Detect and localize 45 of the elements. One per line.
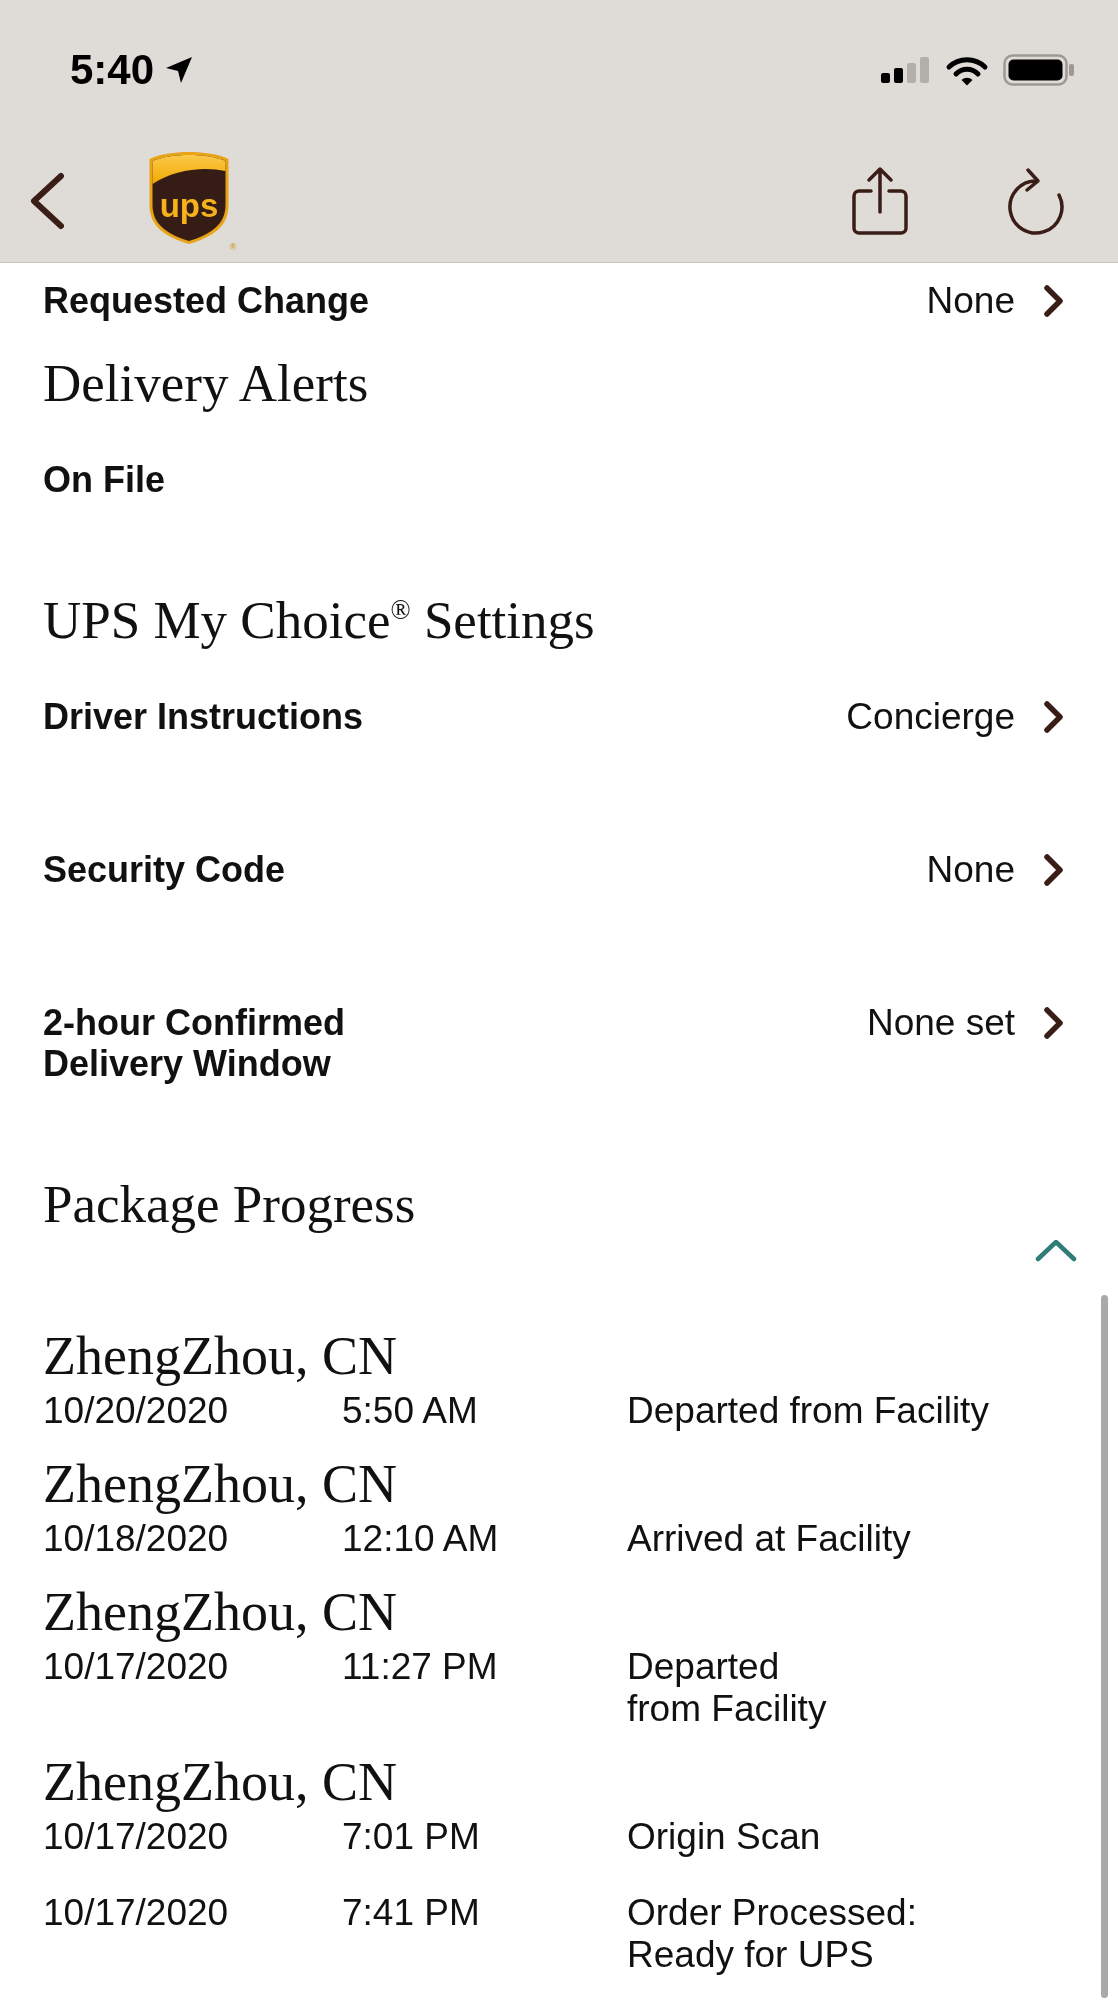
- section-title: UPS My Choice$^{®}$ Settings: [43, 592, 595, 648]
- location-name: ZhengZhou, CN: [43, 1754, 397, 1810]
- setting-label: 2-hour Confirmed Delivery Window: [43, 1002, 346, 1084]
- location-name: ZhengZhou, CN: [43, 1584, 397, 1640]
- event-time: 7:41 PM: [342, 1892, 480, 1935]
- setting-value: None: [926, 280, 1015, 321]
- battery-icon: [1003, 54, 1075, 86]
- section-title: Package Progress: [43, 1176, 416, 1232]
- chevron-right-icon[interactable]: [1043, 1005, 1065, 1040]
- chevron-up-icon[interactable]: [1035, 1238, 1077, 1262]
- event-time: 12:10 AM: [342, 1518, 499, 1560]
- location-name: ZhengZhou, CN: [43, 1328, 397, 1384]
- section-title: Delivery Alerts: [43, 355, 369, 411]
- location-arrow-icon: [165, 56, 194, 84]
- event-date: 10/18/2020: [43, 1518, 229, 1560]
- event-time: 11:27 PM: [342, 1646, 498, 1689]
- shield-logo: ups ®: [148, 151, 238, 251]
- chevron-right-icon[interactable]: [1043, 699, 1065, 734]
- signal-icon: [881, 57, 931, 83]
- event-time: 5:50 AM: [342, 1390, 478, 1432]
- setting-value: None: [926, 849, 1015, 890]
- refresh-icon[interactable]: [1005, 166, 1067, 236]
- back-icon[interactable]: [28, 172, 66, 230]
- event-status: Origin Scan: [627, 1816, 821, 1858]
- share-icon[interactable]: [850, 166, 910, 236]
- event-status: Departed from Facility: [627, 1390, 989, 1432]
- event-date: 10/17/2020: [43, 1892, 229, 1935]
- chevron-right-icon[interactable]: [1043, 283, 1065, 318]
- setting-value: Concierge: [846, 696, 1015, 737]
- setting-label: Security Code: [43, 849, 286, 890]
- setting-label: Driver Instructions: [43, 696, 364, 737]
- event-date: 10/17/2020: [43, 1816, 229, 1858]
- setting-value: None set: [866, 1002, 1015, 1043]
- event-date: 10/20/2020: [43, 1390, 229, 1432]
- chevron-right-icon[interactable]: [1043, 852, 1065, 887]
- wifi-icon: [945, 54, 989, 86]
- setting-label: On File: [43, 459, 165, 500]
- location-name: ZhengZhou, CN: [43, 1456, 397, 1512]
- event-date: 10/17/2020: [43, 1646, 229, 1689]
- setting-label: Requested Change: [43, 280, 370, 321]
- status-time: 5:40: [70, 49, 155, 91]
- event-status: Order Processed: Ready for UPS: [627, 1892, 917, 1976]
- event-status: Arrived at Facility: [627, 1518, 911, 1560]
- event-time: 7:01 PM: [342, 1816, 480, 1858]
- event-status: Departed from Facility: [627, 1646, 827, 1730]
